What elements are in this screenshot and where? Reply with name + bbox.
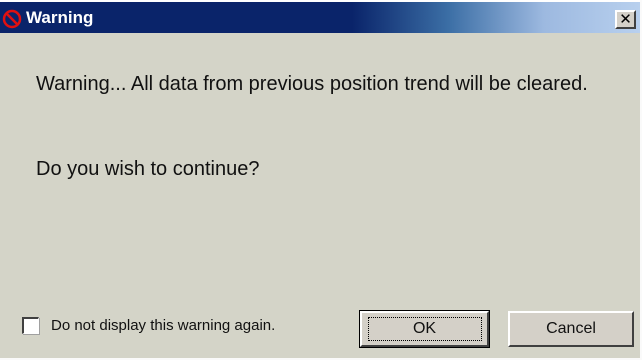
close-icon[interactable]: ✕ [615, 10, 636, 29]
ok-button[interactable]: OK [359, 310, 490, 348]
dont-show-again-option[interactable]: Do not display this warning again. [22, 315, 275, 335]
cancel-button[interactable]: Cancel [508, 311, 634, 347]
confirm-question: Do you wish to continue? [36, 158, 260, 180]
dont-show-again-checkbox[interactable] [22, 316, 39, 334]
no-entry-icon [2, 9, 22, 29]
ok-button-label: OK [367, 317, 482, 341]
window-title: Warning [26, 8, 94, 27]
dont-show-again-label[interactable]: Do not display this warning again. [51, 317, 275, 334]
warning-message: Warning... All data from previous positi… [36, 73, 588, 95]
title-bar[interactable]: Warning ✕ [0, 0, 640, 33]
warning-dialog: Warning ✕ Warning... All data from previ… [0, 0, 642, 360]
